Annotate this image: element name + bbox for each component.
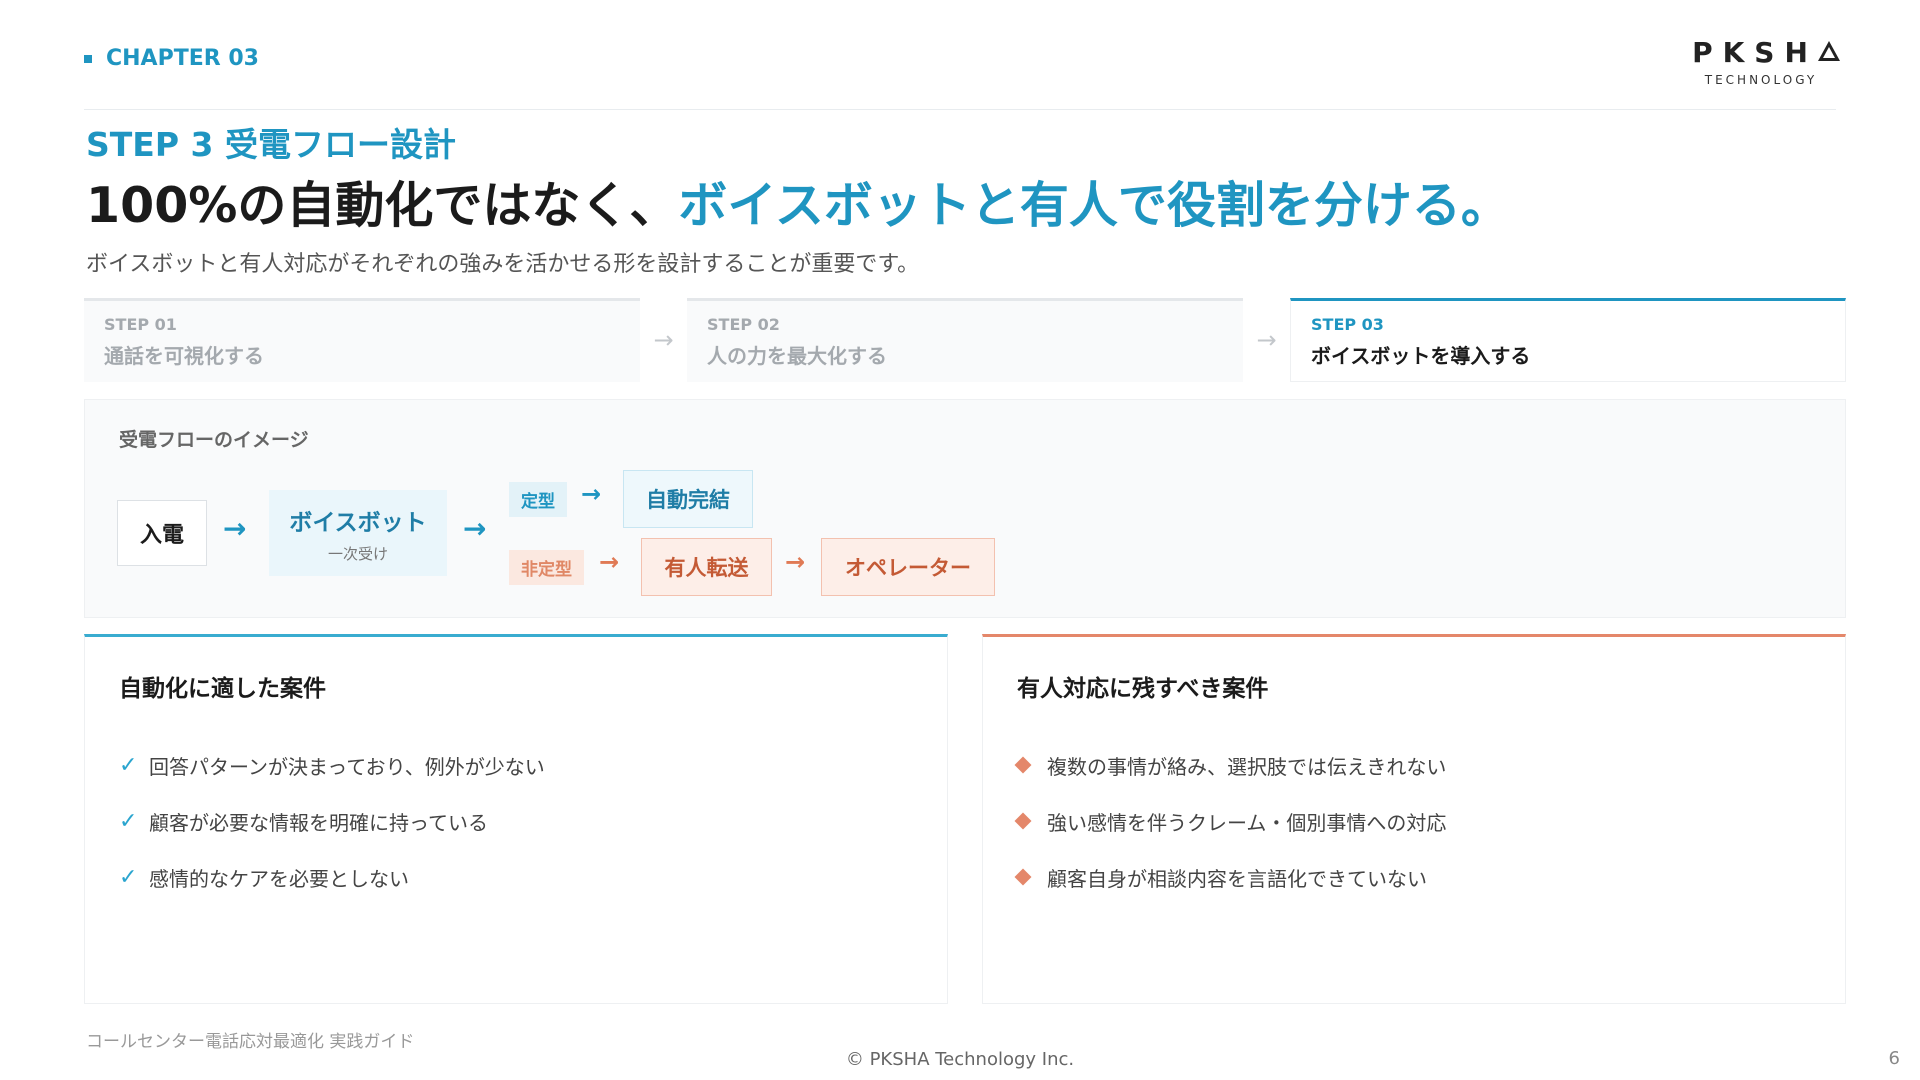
headline-plain: 100%の自動化ではなく、 xyxy=(86,177,679,234)
arrow-right-icon: → xyxy=(463,512,487,545)
step-arrow-icon: → xyxy=(1256,326,1277,354)
check-icon: ✓ xyxy=(119,864,138,890)
step-arrow-icon: → xyxy=(653,326,674,354)
card-title: 自動化に適した案件 xyxy=(119,676,326,702)
headline-accent: ボイスボットと有人で役割を分ける。 xyxy=(678,177,1510,234)
chapter-label: CHAPTER 03 xyxy=(84,46,259,71)
arrow-right-icon: → xyxy=(223,512,247,545)
step-card-03-active: STEP 03 ボイスボットを導入する xyxy=(1290,298,1846,382)
logo-wordmark: PKSH xyxy=(1686,36,1846,69)
step-title: 通話を可視化する xyxy=(104,344,264,368)
flow-node-operator: オペレーター xyxy=(821,538,995,596)
list-item: ✓ 顧客が必要な情報を明確に持っている xyxy=(119,808,488,835)
chapter-marker xyxy=(84,54,92,63)
diamond-icon xyxy=(1014,756,1047,774)
arrow-right-icon: → xyxy=(599,548,620,576)
card-automation-suitable: 自動化に適した案件 ✓ 回答パターンが決まっており、例外が少ない ✓ 顧客が必要な情… xyxy=(84,634,948,1004)
human-list: 複数の事情が絡み、選択肢では伝えきれない 強い感情を伴うクレーム・個別事情への対… xyxy=(1014,737,1811,905)
logo-subtext: TECHNOLOGY xyxy=(1704,73,1818,87)
step-number: STEP 03 xyxy=(1311,315,1384,334)
step-heading: STEP 3 受電フロー設計 xyxy=(86,125,456,164)
flow-node-incoming: 入電 xyxy=(117,500,207,566)
voicebot-sublabel: 一次受け xyxy=(327,544,388,563)
check-icon: ✓ xyxy=(119,752,138,778)
copyright: © PKSHA Technology Inc. xyxy=(845,1049,1075,1070)
tag-non-fixed: 非定型 xyxy=(509,550,584,585)
flow-node-auto-complete: 自動完結 xyxy=(623,470,753,528)
flow-node-human-transfer: 有人転送 xyxy=(641,538,772,596)
list-item: 顧客自身が相談内容を言語化できていない xyxy=(1014,849,1811,905)
voicebot-label: ボイスボット xyxy=(289,509,427,536)
check-icon: ✓ xyxy=(119,808,138,834)
step-number: STEP 02 xyxy=(707,315,780,334)
automation-list: ✓ 回答パターンが決まっており、例外が少ない ✓ 顧客が必要な情報を明確に持っている… xyxy=(119,737,913,905)
list-item: ✓ 回答パターンが決まっており、例外が少ない xyxy=(119,752,545,779)
diamond-icon xyxy=(1014,812,1047,830)
tag-fixed: 定型 xyxy=(509,482,567,517)
page-number: 6 xyxy=(1888,1048,1900,1069)
step-progress: STEP 01 通話を可視化する → STEP 02 人の力を最大化する → S… xyxy=(84,298,1846,382)
header-divider xyxy=(84,109,1836,110)
lead-text: ボイスボットと有人対応がそれぞれの強みを活かせる形を設計することが重要です。 xyxy=(86,252,920,277)
diamond-icon xyxy=(1014,868,1047,886)
step-card-01: STEP 01 通話を可視化する xyxy=(84,298,640,382)
logo-triangle-icon xyxy=(1817,41,1840,61)
arrow-right-icon: → xyxy=(581,480,602,508)
list-item: 強い感情を伴うクレーム・個別事情への対応 xyxy=(1014,793,1811,849)
call-flow-panel: 受電フローのイメージ 入電 → ボイスボット 一次受け → 定型 → 自動完結 … xyxy=(84,399,1846,618)
page-headline: 100%の自動化ではなく、ボイスボットと有人で役割を分ける。 xyxy=(86,166,1510,237)
arrow-right-icon: → xyxy=(785,548,806,576)
step-card-02: STEP 02 人の力を最大化する xyxy=(687,298,1243,382)
pksha-logo: PKSH TECHNOLOGY xyxy=(1686,36,1840,87)
flow-node-voicebot: ボイスボット 一次受け xyxy=(269,490,447,576)
step-title: ボイスボットを導入する xyxy=(1311,344,1531,368)
flow-caption: 受電フローのイメージ xyxy=(119,429,309,451)
step-number: STEP 01 xyxy=(104,315,177,334)
list-item: ✓ 感情的なケアを必要としない xyxy=(119,864,409,891)
list-item: 複数の事情が絡み、選択肢では伝えきれない xyxy=(1014,737,1811,793)
card-title: 有人対応に残すべき案件 xyxy=(1017,676,1269,702)
step-title: 人の力を最大化する xyxy=(707,344,887,368)
chapter-text: CHAPTER 03 xyxy=(106,46,259,71)
card-human-required: 有人対応に残すべき案件 複数の事情が絡み、選択肢では伝えきれない 強い感情を伴う… xyxy=(982,634,1846,1004)
